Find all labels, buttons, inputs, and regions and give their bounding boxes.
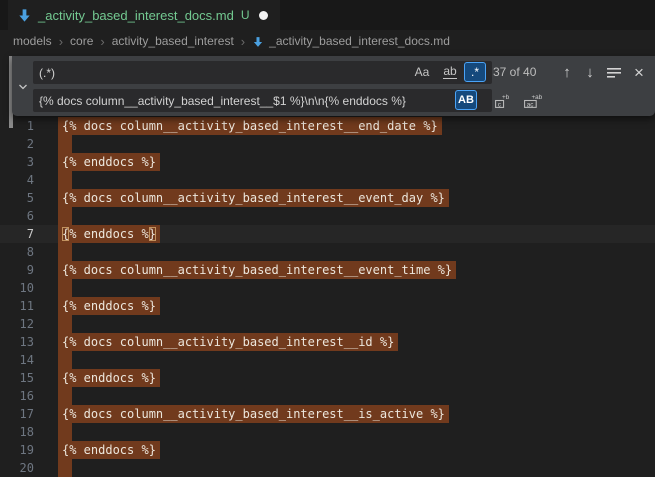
whole-word-button[interactable]: ab [439,62,461,82]
find-match-highlight: {% docs column__activity_based_interest_… [58,189,449,207]
code-line-15[interactable]: 15 {% enddocs %} [0,369,655,387]
code-line-19[interactable]: 19 {% enddocs %} [0,441,655,459]
line-number: 6 [0,207,34,225]
find-match-highlight: {% docs column__activity_based_interest_… [58,333,398,351]
line-number: 18 [0,423,34,441]
find-match-highlight: {% enddocs %} [58,369,160,387]
code-line-13[interactable]: 13 {% docs column__activity_based_interes… [0,333,655,351]
whole-word-label: ab [443,65,456,79]
code-line-17[interactable]: 17 {% docs column__activity_based_interes… [0,405,655,423]
find-match-empty-highlight [58,171,72,189]
breadcrumb-item-core[interactable]: core [70,34,93,48]
svg-text:+b: +b [501,94,509,101]
markdown-arrow-icon [252,36,264,48]
regex-button[interactable]: .* [464,62,486,82]
toggle-replace-chevron-icon[interactable] [14,78,31,95]
tab-bar: _activity_based_interest_docs.md U [0,0,655,30]
find-match-highlight: {% enddocs %} [58,441,160,459]
breadcrumb-item-activity-based-interest[interactable]: activity_based_interest [112,34,234,48]
line-number: 14 [0,351,34,369]
breadcrumb-item-models[interactable]: models [13,34,52,48]
code-line-14[interactable]: 14 [0,351,655,369]
find-match-empty-highlight [58,459,72,477]
find-match-highlight: {% docs column__activity_based_interest_… [58,261,456,279]
find-match-highlight: {% enddocs %} [58,153,160,171]
code-text: % enddocs % [69,227,148,241]
line-number: 19 [0,441,34,459]
code-line-5[interactable]: 5 {% docs column__activity_based_interest… [0,189,655,207]
find-match-highlight: {% enddocs %} [58,225,160,243]
line-number: 5 [0,189,34,207]
line-number: 2 [0,135,34,153]
line-number: 13 [0,333,34,351]
line-number: 8 [0,243,34,261]
code-line-7[interactable]: 7 {% enddocs %} [0,225,655,243]
code-line-6[interactable]: 6 [0,207,655,225]
markdown-arrow-icon [17,8,32,23]
code-line-1[interactable]: 1 {% docs column__activity_based_interest… [0,117,655,135]
code-line-18[interactable]: 18 [0,423,655,441]
code-line-9[interactable]: 9 {% docs column__activity_based_interest… [0,261,655,279]
code-line-3[interactable]: 3 {% enddocs %} [0,153,655,171]
code-line-12[interactable]: 12 [0,315,655,333]
find-match-highlight: {% docs column__activity_based_interest_… [58,405,449,423]
line-number: 11 [0,297,34,315]
line-number: 7 [0,225,34,243]
code-line-2[interactable]: 2 [0,135,655,153]
find-match-empty-highlight [58,243,72,261]
code-line-8[interactable]: 8 [0,243,655,261]
line-number: 20 [0,459,34,477]
line-number: 17 [0,405,34,423]
breadcrumb: models › core › activity_based_interest … [0,30,655,52]
svg-text:+ab: +ab [531,94,542,101]
line-number: 16 [0,387,34,405]
line-number: 3 [0,153,34,171]
find-match-empty-highlight [58,279,72,297]
breadcrumb-separator: › [241,35,245,48]
line-number: 9 [0,261,34,279]
find-in-selection-icon[interactable] [604,61,624,84]
preserve-case-button[interactable]: AB [455,90,477,110]
find-results-count: 37 of 40 [493,61,536,84]
breadcrumb-item-file[interactable]: _activity_based_interest_docs.md [269,34,450,48]
find-match-empty-highlight [58,207,72,225]
line-number: 12 [0,315,34,333]
code-line-10[interactable]: 10 [0,279,655,297]
line-number: 1 [0,117,34,135]
line-number: 10 [0,279,34,297]
find-widget: Aa ab .* 37 of 40 ↑ ↓ × AB +bc +abac [12,56,655,116]
replace-icon[interactable]: +bc [490,89,514,112]
line-number: 4 [0,171,34,189]
modified-indicator-dot[interactable] [259,11,268,20]
code-line-4[interactable]: 4 [0,171,655,189]
close-find-icon[interactable]: × [629,61,649,84]
bracket-match: } [149,227,156,241]
tab-activity-based-interest-docs[interactable]: _activity_based_interest_docs.md U [8,0,280,30]
breadcrumb-separator: › [100,35,104,48]
replace-all-icon[interactable]: +abac [519,89,546,112]
breadcrumb-separator: › [59,35,63,48]
find-match-empty-highlight [58,351,72,369]
replace-input[interactable] [33,89,492,112]
tab-title: _activity_based_interest_docs.md [38,8,234,23]
code-line-20[interactable]: 20 [0,459,655,477]
next-match-button[interactable]: ↓ [580,61,600,84]
find-match-empty-highlight [58,387,72,405]
line-number: 15 [0,369,34,387]
git-status-badge: U [241,8,250,22]
svg-text:ac: ac [527,101,534,108]
find-match-highlight: {% docs column__activity_based_interest_… [58,117,442,135]
previous-match-button[interactable]: ↑ [557,61,577,84]
code-line-16[interactable]: 16 [0,387,655,405]
code-line-11[interactable]: 11 {% enddocs %} [0,297,655,315]
find-match-empty-highlight [58,315,72,333]
find-match-empty-highlight [58,423,72,441]
find-match-highlight: {% enddocs %} [58,297,160,315]
match-case-button[interactable]: Aa [411,62,433,82]
find-match-empty-highlight [58,135,72,153]
